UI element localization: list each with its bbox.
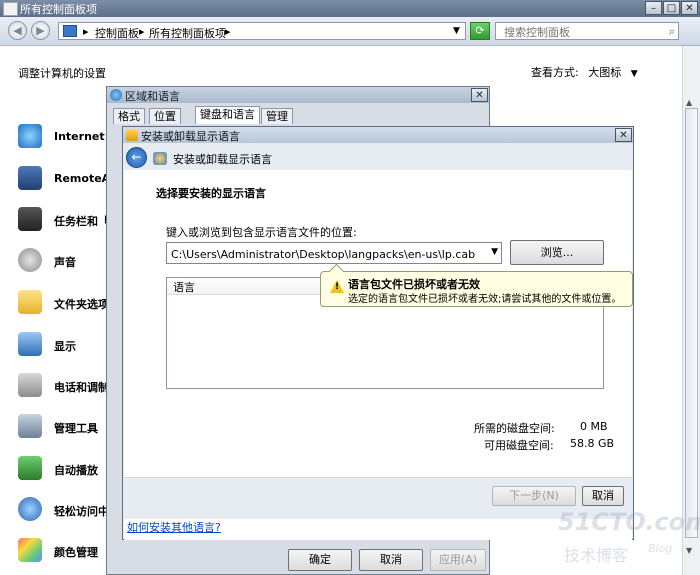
region-dialog-title: 区域和语言 xyxy=(125,90,180,103)
install-dialog-close-button[interactable]: ✕ xyxy=(615,128,632,142)
language-icon xyxy=(153,152,167,165)
watermark-logo: 51CTO.com 技术博客 Blog xyxy=(558,508,700,568)
wizard-back-button[interactable]: ← xyxy=(126,147,147,168)
tab-location[interactable]: 位置 xyxy=(149,108,181,124)
autoplay-icon xyxy=(18,456,42,480)
region-dialog-title-bar: 区域和语言 ✕ xyxy=(107,87,489,103)
wizard-cancel-button[interactable]: 取消 xyxy=(582,486,624,506)
cp-item-label[interactable]: 显示 xyxy=(54,338,76,354)
watermark-line3: Blog xyxy=(648,542,673,555)
scrollbar-thumb[interactable] xyxy=(685,108,698,538)
cp-item-label[interactable]: 文件夹选项 xyxy=(54,296,109,312)
wizard-footer: 下一步(N) 取消 xyxy=(124,477,632,519)
refresh-button[interactable]: ⟳ xyxy=(470,22,490,40)
forward-button[interactable]: ▶ xyxy=(31,21,50,40)
view-by-value[interactable]: 大图标 xyxy=(588,66,621,79)
disk-required-label: 所需的磁盘空间: xyxy=(474,422,555,435)
cp-item-label[interactable]: 轻松访问中 xyxy=(54,503,109,519)
breadcrumb-arrow-icon[interactable]: ▸ xyxy=(83,25,89,38)
cp-item-label[interactable]: 声音 xyxy=(54,254,76,270)
warning-icon: ! xyxy=(330,280,344,293)
history-dropdown-icon[interactable]: ▼ xyxy=(453,26,460,36)
sound-icon xyxy=(18,248,42,272)
globe-icon xyxy=(110,89,122,101)
disk-available-label: 可用磁盘空间: xyxy=(484,439,554,452)
path-label: 键入或浏览到包含显示语言文件的位置: xyxy=(166,226,357,239)
breadcrumb-arrow-icon[interactable]: ▸ xyxy=(139,25,145,38)
address-toolbar: ◀ ▶ ▸ 控制面板 ▸ 所有控制面板项 ▸ ▼ ⟳ ⌕ xyxy=(0,17,700,46)
display-icon xyxy=(18,332,42,356)
install-dialog-title-bar: 安装或卸载显示语言 ✕ xyxy=(123,127,633,143)
apply-button[interactable]: 应用(A) xyxy=(430,549,486,571)
wizard-title: 安装或卸载显示语言 xyxy=(173,153,272,166)
ok-button[interactable]: 确定 xyxy=(288,549,352,571)
region-dialog-buttons: 确定 取消 应用(A) xyxy=(107,545,489,575)
breadcrumb-all-items[interactable]: 所有控制面板项 xyxy=(149,25,226,41)
install-dialog-title: 安装或卸载显示语言 xyxy=(141,130,240,143)
phone-modem-icon xyxy=(18,373,42,397)
panel-heading: 选择要安装的显示语言 xyxy=(156,187,266,200)
taskbar-icon xyxy=(18,207,42,231)
cancel-button[interactable]: 取消 xyxy=(359,549,423,571)
remoteapp-icon xyxy=(18,166,42,190)
vertical-scrollbar[interactable]: ▲ ▼ xyxy=(682,46,700,575)
watermark-line1: 51CTO.com xyxy=(558,508,700,536)
breadcrumb-arrow-icon[interactable]: ▸ xyxy=(225,25,231,38)
cp-item-label[interactable]: 电话和调制 xyxy=(54,379,109,395)
breadcrumb-control-panel[interactable]: 控制面板 xyxy=(95,25,139,41)
chevron-down-icon[interactable]: ▼ xyxy=(491,247,498,257)
chevron-down-icon[interactable]: ▼ xyxy=(631,69,638,79)
close-button[interactable]: ✕ xyxy=(681,1,698,15)
search-icon[interactable]: ⌕ xyxy=(669,25,675,39)
error-tooltip: ! 语言包文件已损坏或者无效 选定的语言包文件已损坏或者无效;请尝试其他的文件或… xyxy=(320,263,633,307)
shield-icon xyxy=(126,129,138,141)
cp-item-label[interactable]: Internet xyxy=(54,130,105,143)
browse-button[interactable]: 浏览... xyxy=(510,240,604,265)
next-button[interactable]: 下一步(N) xyxy=(492,486,576,506)
error-message: 选定的语言包文件已损坏或者无效;请尝试其他的文件或位置。 xyxy=(348,294,622,305)
tab-administrative[interactable]: 管理 xyxy=(261,108,293,124)
view-by-selector[interactable]: 查看方式: 大图标 ▼ xyxy=(531,64,638,80)
internet-options-icon xyxy=(18,124,42,148)
color-management-icon xyxy=(18,538,42,562)
path-combobox[interactable]: ▼ xyxy=(166,242,502,264)
search-box[interactable]: ⌕ xyxy=(495,22,679,40)
main-title-bar: 所有控制面板项 – □ ✕ xyxy=(0,0,700,17)
scroll-up-icon[interactable]: ▲ xyxy=(686,98,692,107)
install-languages-dialog: 安装或卸载显示语言 ✕ ← 安装或卸载显示语言 选择要安装的显示语言 键入或浏览… xyxy=(122,126,634,540)
disk-available-value: 58.8 GB xyxy=(570,437,615,450)
back-button[interactable]: ◀ xyxy=(8,21,27,40)
window-title: 所有控制面板项 xyxy=(20,3,97,16)
cp-item-label[interactable]: 自动播放 xyxy=(54,462,98,478)
language-column-header[interactable]: 语言 xyxy=(173,279,195,295)
control-panel-icon xyxy=(63,25,77,37)
folder-options-icon xyxy=(18,290,42,314)
disk-required-value: 0 MB xyxy=(580,420,608,433)
region-dialog-close-button[interactable]: ✕ xyxy=(471,88,488,102)
tab-formats[interactable]: 格式 xyxy=(113,108,145,124)
help-link[interactable]: 如何安装其他语言? xyxy=(127,519,221,535)
view-by-label: 查看方式: xyxy=(531,66,579,79)
address-bar[interactable]: ▸ 控制面板 ▸ 所有控制面板项 ▸ ▼ xyxy=(58,22,466,40)
watermark-line2: 技术博客 xyxy=(564,546,629,565)
cp-item-label[interactable]: 管理工具 xyxy=(54,420,98,436)
ease-of-access-icon xyxy=(18,497,42,521)
page-title: 调整计算机的设置 xyxy=(18,67,106,80)
path-input[interactable] xyxy=(169,244,483,264)
control-panel-icon xyxy=(3,2,18,16)
cp-item-label[interactable]: 任务栏和「 xyxy=(54,213,109,229)
search-input[interactable] xyxy=(502,24,666,40)
minimize-button[interactable]: – xyxy=(645,1,662,15)
maximize-button[interactable]: □ xyxy=(663,1,680,15)
tab-keyboards-languages[interactable]: 键盘和语言 xyxy=(195,106,260,124)
cp-item-label[interactable]: 颜色管理 xyxy=(54,544,98,560)
admin-tools-icon xyxy=(18,414,42,438)
